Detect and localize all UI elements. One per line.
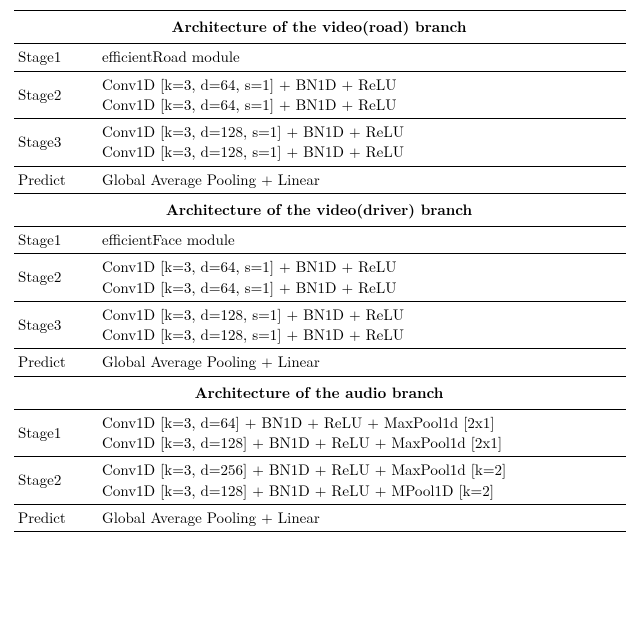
stage-desc: Global Average Pooling + Linear: [98, 504, 626, 531]
stage-desc: Conv1D [k=3, d=64, s=1] + BN1D + ReLU Co…: [98, 71, 626, 119]
stage-desc: Conv1D [k=3, d=128, s=1] + BN1D + ReLU C…: [98, 119, 626, 167]
stage-label: Stage2: [14, 71, 98, 119]
stage-label: Stage1: [14, 44, 98, 71]
stage-label: Predict: [14, 166, 98, 193]
stage-label: Stage3: [14, 301, 98, 349]
stage-desc-line: Global Average Pooling + Linear: [102, 508, 620, 528]
stage-desc: Conv1D [k=3, d=128, s=1] + BN1D + ReLU C…: [98, 301, 626, 349]
stage-desc-line: Conv1D [k=3, d=128, s=1] + BN1D + ReLU: [102, 142, 620, 162]
stage-desc-line: efficientRoad module: [102, 47, 620, 67]
stage-desc: Global Average Pooling + Linear: [98, 349, 626, 376]
stage-desc-line: Conv1D [k=3, d=64, s=1] + BN1D + ReLU: [102, 75, 620, 95]
stage-label: Predict: [14, 504, 98, 531]
stage-label: Stage2: [14, 254, 98, 302]
stage-desc-line: Conv1D [k=3, d=64, s=1] + BN1D + ReLU: [102, 95, 620, 115]
stage-label: Stage2: [14, 457, 98, 505]
section-header-audio: Architecture of the audio branch: [14, 376, 626, 409]
stage-desc: Conv1D [k=3, d=256] + BN1D + ReLU + MaxP…: [98, 457, 626, 505]
stage-desc-line: Conv1D [k=3, d=128] + BN1D + ReLU + MPoo…: [102, 481, 620, 501]
stage-desc: Conv1D [k=3, d=64, s=1] + BN1D + ReLU Co…: [98, 254, 626, 302]
stage-desc-line: Conv1D [k=3, d=64, s=1] + BN1D + ReLU: [102, 257, 620, 277]
stage-label: Predict: [14, 349, 98, 376]
stage-desc: efficientFace module: [98, 227, 626, 254]
stage-desc-line: Conv1D [k=3, d=128] + BN1D + ReLU + MaxP…: [102, 433, 620, 453]
stage-desc: Global Average Pooling + Linear: [98, 166, 626, 193]
stage-desc-line: Conv1D [k=3, d=128, s=1] + BN1D + ReLU: [102, 122, 620, 142]
stage-desc: efficientRoad module: [98, 44, 626, 71]
stage-desc-line: efficientFace module: [102, 230, 620, 250]
architecture-table: Architecture of the video(road) branch S…: [14, 10, 626, 532]
stage-label: Stage1: [14, 409, 98, 457]
stage-desc-line: Conv1D [k=3, d=128, s=1] + BN1D + ReLU: [102, 325, 620, 345]
stage-desc-line: Conv1D [k=3, d=128, s=1] + BN1D + ReLU: [102, 305, 620, 325]
stage-desc-line: Conv1D [k=3, d=256] + BN1D + ReLU + MaxP…: [102, 460, 620, 480]
stage-desc-line: Global Average Pooling + Linear: [102, 352, 620, 372]
section-header-driver: Architecture of the video(driver) branch: [14, 193, 626, 226]
stage-desc: Conv1D [k=3, d=64] + BN1D + ReLU + MaxPo…: [98, 409, 626, 457]
stage-desc-line: Global Average Pooling + Linear: [102, 170, 620, 190]
stage-label: Stage1: [14, 227, 98, 254]
stage-desc-line: Conv1D [k=3, d=64] + BN1D + ReLU + MaxPo…: [102, 413, 620, 433]
stage-label: Stage3: [14, 119, 98, 167]
section-header-road: Architecture of the video(road) branch: [14, 11, 626, 44]
stage-desc-line: Conv1D [k=3, d=64, s=1] + BN1D + ReLU: [102, 278, 620, 298]
